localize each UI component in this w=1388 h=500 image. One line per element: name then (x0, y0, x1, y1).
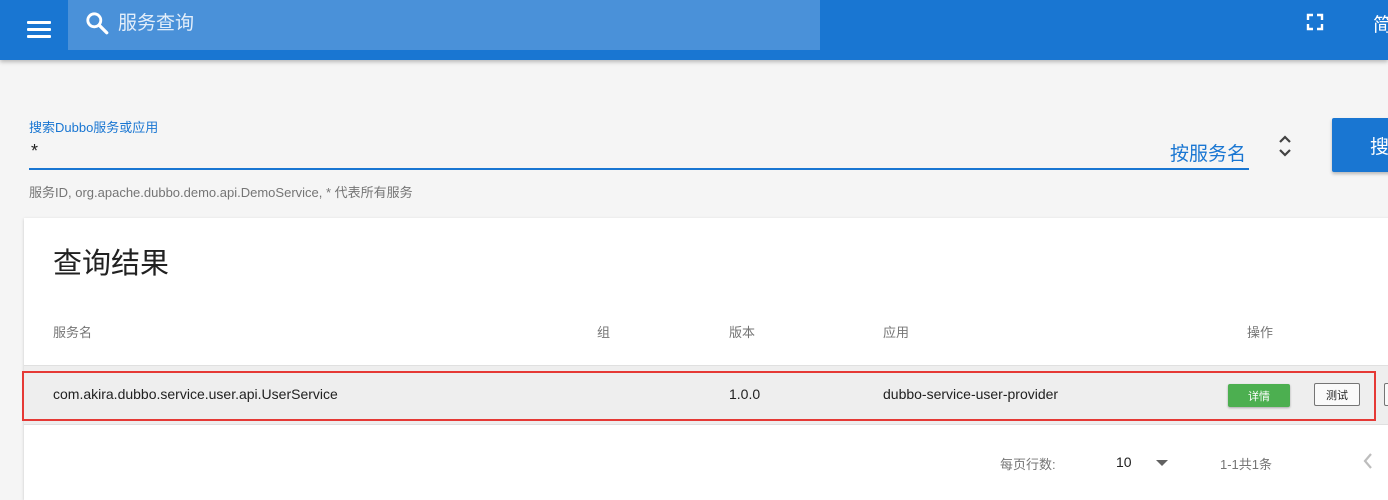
test-button[interactable]: 测试 (1314, 383, 1360, 406)
unfold-icon[interactable] (1276, 132, 1294, 160)
search-hint: 服务ID, org.apache.dubbo.demo.api.DemoServ… (29, 185, 413, 200)
more-action-button[interactable] (1384, 383, 1388, 406)
chevron-left-icon[interactable] (1360, 450, 1376, 472)
language-toggle[interactable]: 简 (1373, 10, 1388, 37)
header-group[interactable]: 组 (597, 322, 610, 341)
caret-down-icon (1156, 460, 1168, 466)
table-row: com.akira.dubbo.service.user.api.UserSer… (24, 366, 1388, 424)
header-service[interactable]: 服务名 (53, 322, 92, 341)
results-card: 查询结果 服务名 组 版本 应用 操作 com.akira.dubbo.serv… (24, 218, 1388, 500)
search-field-label: 搜索Dubbo服务或应用 (29, 120, 159, 135)
query-input[interactable] (29, 138, 1163, 164)
page-range: 1-1共1条 (1220, 457, 1273, 472)
row-divider (24, 424, 1388, 425)
search-icon (86, 12, 109, 35)
rows-per-page-label: 每页行数: (1000, 457, 1056, 472)
cell-service: com.akira.dubbo.service.user.api.UserSer… (53, 386, 338, 402)
fullscreen-icon[interactable] (1303, 10, 1327, 34)
menu-icon[interactable] (22, 13, 56, 47)
detail-button[interactable]: 详情 (1228, 384, 1290, 407)
cell-app: dubbo-service-user-provider (883, 386, 1059, 402)
cell-version: 1.0.0 (729, 386, 761, 402)
header-version[interactable]: 版本 (729, 322, 755, 341)
search-by-select[interactable]: 按服务名 (1170, 139, 1246, 166)
search-button[interactable]: 搜 (1332, 118, 1388, 172)
service-search-input[interactable] (116, 10, 800, 38)
results-title: 查询结果 (53, 248, 170, 280)
header-app[interactable]: 应用 (883, 322, 909, 341)
input-underline (29, 168, 1249, 170)
service-search-box[interactable] (68, 0, 820, 50)
header-actions: 操作 (1247, 325, 1274, 340)
app-bar: 简 (0, 0, 1388, 60)
rows-per-page-select[interactable]: 10 (1116, 452, 1172, 472)
rows-per-page-value: 10 (1116, 454, 1132, 470)
